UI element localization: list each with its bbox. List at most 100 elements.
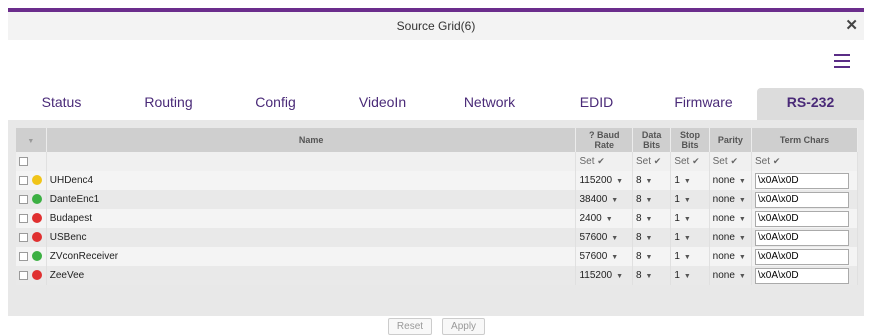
check-icon: ✔ [730,156,738,166]
chevron-down-icon: ▼ [645,178,653,185]
status-icon [32,175,42,186]
tab-routing[interactable]: Routing [115,88,222,120]
row-checkbox[interactable] [19,232,28,242]
set-parity[interactable]: Set ✔ [709,152,753,171]
stop-bits-select[interactable]: 1 ▼ [670,209,710,228]
term-chars-column-header[interactable]: Term Chars [751,128,858,152]
sort-icon: ▼ [27,138,35,145]
chevron-down-icon: ▼ [738,273,746,280]
parity-select[interactable]: none ▼ [709,266,753,285]
row-checkbox[interactable] [19,213,28,223]
baud-select[interactable]: 57600 ▼ [575,228,633,247]
baud-select[interactable]: 38400 ▼ [575,190,633,209]
stop-bits-select[interactable]: 1 ▼ [670,171,710,190]
status-icon [32,232,42,243]
chevron-down-icon: ▼ [645,216,653,223]
baud-select[interactable]: 115200 ▼ [575,266,633,285]
term-chars-input[interactable] [755,248,850,265]
chevron-down-icon: ▼ [645,197,653,204]
tab-rs232[interactable]: RS-232 [757,88,864,120]
row-checkbox[interactable] [19,270,28,280]
table-row: ZVconReceiver 57600 ▼ 8 ▼ 1 ▼ none ▼ [16,247,858,266]
row-checkbox[interactable] [19,175,28,185]
row-checkbox[interactable] [19,251,28,261]
row-checkbox[interactable] [19,194,28,204]
table-row: UHDenc4 115200 ▼ 8 ▼ 1 ▼ none ▼ [16,171,858,190]
status-icon [32,270,42,281]
status-icon [32,194,42,205]
chevron-down-icon: ▼ [605,216,613,223]
set-row: Set ✔ Set ✔ Set ✔ Set ✔ Set ✔ [16,152,858,171]
check-icon: ✔ [692,156,700,166]
check-icon: ✔ [653,156,662,166]
data-bits-select[interactable]: 8 ▼ [632,171,672,190]
tab-bar: Status Routing Config VideoIn Network ED… [8,88,864,120]
baud-select[interactable]: 2400 ▼ [575,209,633,228]
chevron-down-icon: ▼ [611,197,619,204]
tab-videoin[interactable]: VideoIn [329,88,436,120]
parity-select[interactable]: none ▼ [709,209,753,228]
data-bits-select[interactable]: 8 ▼ [632,209,672,228]
apply-button[interactable]: Apply [442,318,486,335]
chevron-down-icon: ▼ [683,216,691,223]
data-bits-select[interactable]: 8 ▼ [632,247,672,266]
term-chars-input[interactable] [755,267,850,284]
help-icon[interactable]: ? [589,130,595,140]
term-chars-input[interactable] [755,229,850,246]
data-bits-column-header[interactable]: Data Bits [632,128,672,152]
chevron-down-icon: ▼ [683,197,691,204]
tab-status[interactable]: Status [8,88,115,120]
set-data-bits[interactable]: Set ✔ [632,152,672,171]
parity-select[interactable]: none ▼ [709,247,753,266]
chevron-down-icon: ▼ [683,254,691,261]
term-chars-input[interactable] [755,191,850,208]
chevron-down-icon: ▼ [645,273,653,280]
set-stop-bits[interactable]: Set ✔ [670,152,710,171]
action-buttons: Reset Apply [0,318,873,335]
stop-bits-select[interactable]: 1 ▼ [670,266,710,285]
tab-config[interactable]: Config [222,88,329,120]
device-name: ZeeVee [46,266,577,285]
tab-firmware[interactable]: Firmware [650,88,757,120]
select-all-checkbox[interactable] [19,156,28,166]
check-icon: ✔ [772,156,781,166]
data-bits-select[interactable]: 8 ▼ [632,228,672,247]
reset-button[interactable]: Reset [387,318,433,335]
device-name: USBenc [46,228,577,247]
baud-select[interactable]: 115200 ▼ [575,171,633,190]
status-icon [32,251,42,262]
chevron-down-icon: ▼ [645,254,653,261]
tab-edid[interactable]: EDID [543,88,650,120]
data-bits-select[interactable]: 8 ▼ [632,190,672,209]
parity-select[interactable]: none ▼ [709,171,753,190]
parity-select[interactable]: none ▼ [709,190,753,209]
term-chars-input[interactable] [755,210,850,227]
table-row: ZeeVee 115200 ▼ 8 ▼ 1 ▼ none ▼ [16,266,858,285]
chevron-down-icon: ▼ [611,254,619,261]
set-term-chars[interactable]: Set ✔ [751,152,858,171]
chevron-down-icon: ▼ [738,197,746,204]
data-bits-select[interactable]: 8 ▼ [632,266,672,285]
chevron-down-icon: ▼ [611,235,619,242]
term-chars-input[interactable] [755,172,850,189]
chevron-down-icon: ▼ [616,178,624,185]
status-icon [32,213,42,224]
parity-column-header[interactable]: Parity [709,128,753,152]
baud-select[interactable]: 57600 ▼ [575,247,633,266]
tab-network[interactable]: Network [436,88,543,120]
set-baud[interactable]: Set ✔ [575,152,633,171]
chevron-down-icon: ▼ [645,235,653,242]
baud-column-header[interactable]: ? Baud Rate [575,128,633,152]
rs232-table: ▼ Name ? Baud Rate Data Bits Stop Bits P… [16,128,858,285]
title-bar: Source Grid(6) ✕ [8,12,864,40]
stop-bits-column-header[interactable]: Stop Bits [670,128,710,152]
select-column-header[interactable]: ▼ [16,128,47,152]
hamburger-menu-icon[interactable] [834,54,850,68]
check-icon: ✔ [597,156,605,166]
parity-select[interactable]: none ▼ [709,228,753,247]
stop-bits-select[interactable]: 1 ▼ [670,190,710,209]
stop-bits-select[interactable]: 1 ▼ [670,247,710,266]
close-icon[interactable]: ✕ [845,16,858,34]
stop-bits-select[interactable]: 1 ▼ [670,228,710,247]
name-column-header[interactable]: Name [46,128,577,152]
